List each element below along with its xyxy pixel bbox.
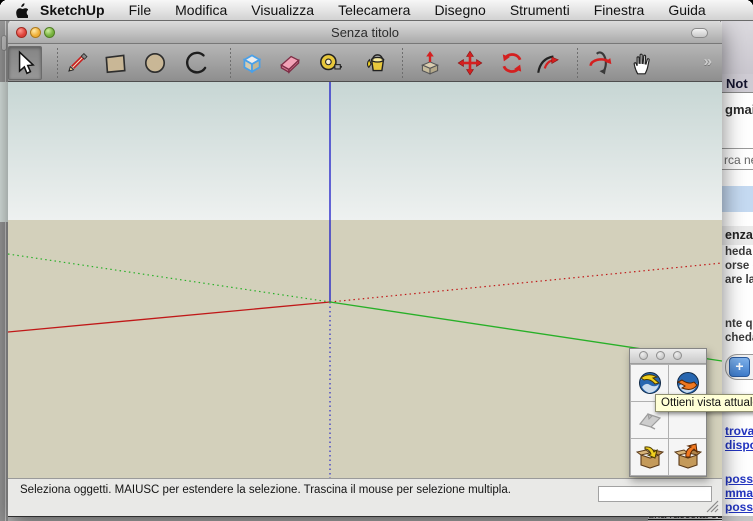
browser-link-fragment[interactable]: poss: [725, 472, 753, 486]
move-tool-button[interactable]: [453, 46, 487, 80]
toolbar-separator: [230, 48, 231, 78]
palette-title-bar[interactable]: [630, 349, 706, 364]
menu-item-file[interactable]: File: [117, 0, 164, 20]
browser-text-fragment: are la f: [725, 274, 753, 286]
tape-measure-tool-button[interactable]: [313, 46, 347, 80]
tooltip: Ottieni vista attuale: [655, 394, 753, 412]
select-tool-button[interactable]: [8, 46, 42, 80]
paint-bucket-tool-button[interactable]: [360, 46, 394, 80]
get-models-icon: [636, 443, 664, 471]
sketchup-window: Senza titolo: [8, 20, 722, 517]
push-pull-icon: [417, 50, 443, 76]
title-bar[interactable]: Senza titolo: [8, 20, 722, 44]
red-axis-dotted: [330, 263, 722, 302]
browser-plus-pill: +: [725, 354, 753, 380]
browser-tab-fragment[interactable]: Not: [721, 74, 753, 93]
status-bar: Seleziona oggetti. MAIUSC per estendere …: [8, 478, 722, 516]
menu-item-disegno[interactable]: Disegno: [422, 0, 497, 20]
menu-item-modifica[interactable]: Modifica: [163, 0, 239, 20]
browser-link-fragment[interactable]: trova: [725, 424, 753, 438]
pencil-icon: [64, 50, 90, 76]
arc-icon: [184, 50, 210, 76]
drawing-axes: [8, 82, 722, 478]
browser-link-fragment[interactable]: poss: [725, 500, 753, 514]
browser-highlight-band: [721, 186, 753, 212]
browser-text-fragment: orse c: [725, 260, 753, 272]
palette-minimize-button[interactable]: [656, 351, 665, 360]
background-window-corner: [1, 35, 7, 51]
select-arrow-icon: [12, 50, 38, 76]
window-title: Senza titolo: [8, 21, 722, 44]
red-axis-solid: [8, 302, 330, 332]
menu-item-strumenti[interactable]: Strumenti: [498, 0, 582, 20]
minimize-button[interactable]: [30, 27, 41, 38]
resize-grip[interactable]: [705, 499, 719, 513]
browser-text-fragment: heda: [725, 246, 752, 258]
browser-text-fragment: nte qu: [725, 318, 753, 330]
push-pull-tool-button[interactable]: [413, 46, 447, 80]
screen: Not gmail rca ne enza G heda orse c are …: [0, 0, 753, 521]
toolbar: »: [8, 44, 722, 82]
menu-item-finestra[interactable]: Finestra: [582, 0, 657, 20]
toolbar-separator: [402, 48, 403, 78]
get-current-view-icon: [636, 369, 664, 397]
follow-me-tool-button[interactable]: [531, 46, 565, 80]
status-message: Seleziona oggetti. MAIUSC per estendere …: [20, 483, 565, 498]
plus-button[interactable]: +: [729, 357, 750, 377]
orbit-icon: [587, 50, 613, 76]
palette-zoom-button[interactable]: [673, 351, 682, 360]
toolbar-overflow-chevron[interactable]: »: [704, 53, 712, 70]
modeling-viewport[interactable]: [8, 82, 722, 478]
eraser-icon: [277, 50, 303, 76]
share-model-button[interactable]: [669, 439, 706, 475]
eraser-tool-button[interactable]: [273, 46, 307, 80]
circle-icon: [142, 50, 168, 76]
menu-item-guida[interactable]: Guida: [656, 0, 717, 20]
zoom-button[interactable]: [44, 27, 55, 38]
apple-menu-icon[interactable]: [14, 2, 28, 18]
browser-link-fragment[interactable]: dispon: [725, 438, 753, 452]
tape-measure-icon: [317, 50, 343, 76]
background-window-edge: [0, 20, 8, 521]
pan-hand-icon: [629, 50, 655, 76]
circle-tool-button[interactable]: [138, 46, 172, 80]
rectangle-tool-button[interactable]: [98, 46, 132, 80]
menu-bar: SketchUp File Modifica Visualizza Teleca…: [0, 0, 753, 21]
pan-tool-button[interactable]: [625, 46, 659, 80]
menu-item-visualizza[interactable]: Visualizza: [239, 0, 326, 20]
line-tool-button[interactable]: [60, 46, 94, 80]
rotate-icon: [499, 50, 525, 76]
share-model-icon: [674, 443, 702, 471]
measurements-box[interactable]: [598, 486, 712, 502]
make-component-tool-button[interactable]: [235, 46, 269, 80]
browser-link-fragment[interactable]: mmag: [725, 486, 753, 500]
arc-tool-button[interactable]: [180, 46, 214, 80]
place-model-icon: [674, 369, 702, 397]
palette-close-button[interactable]: [639, 351, 648, 360]
move-icon: [457, 50, 483, 76]
rectangle-icon: [102, 50, 128, 76]
make-component-icon: [239, 50, 265, 76]
browser-section-header-fragment: enza G: [721, 226, 753, 245]
toolbar-separator: [577, 48, 578, 78]
orbit-tool-button[interactable]: [583, 46, 617, 80]
browser-search-field-fragment[interactable]: rca ne: [721, 148, 753, 170]
close-button[interactable]: [16, 27, 27, 38]
follow-me-icon: [535, 50, 561, 76]
paint-bucket-icon: [364, 50, 390, 76]
green-axis-dotted: [8, 254, 330, 302]
background-browser-window: Not gmail rca ne enza G heda orse c are …: [719, 20, 753, 521]
get-models-button[interactable]: [631, 439, 668, 475]
toolbar-separator: [57, 48, 58, 78]
menu-item-sketchup[interactable]: SketchUp: [38, 0, 117, 20]
menu-item-telecamera[interactable]: Telecamera: [326, 0, 422, 20]
toolbar-toggle-button[interactable]: [691, 28, 708, 38]
rotate-tool-button[interactable]: [495, 46, 529, 80]
browser-text-fragment: gmail: [725, 102, 753, 117]
palette-grid: [630, 364, 706, 476]
browser-text-fragment: cheda: [725, 332, 753, 344]
google-toolbar-palette[interactable]: [629, 348, 707, 477]
browser-chrome: [721, 20, 753, 74]
